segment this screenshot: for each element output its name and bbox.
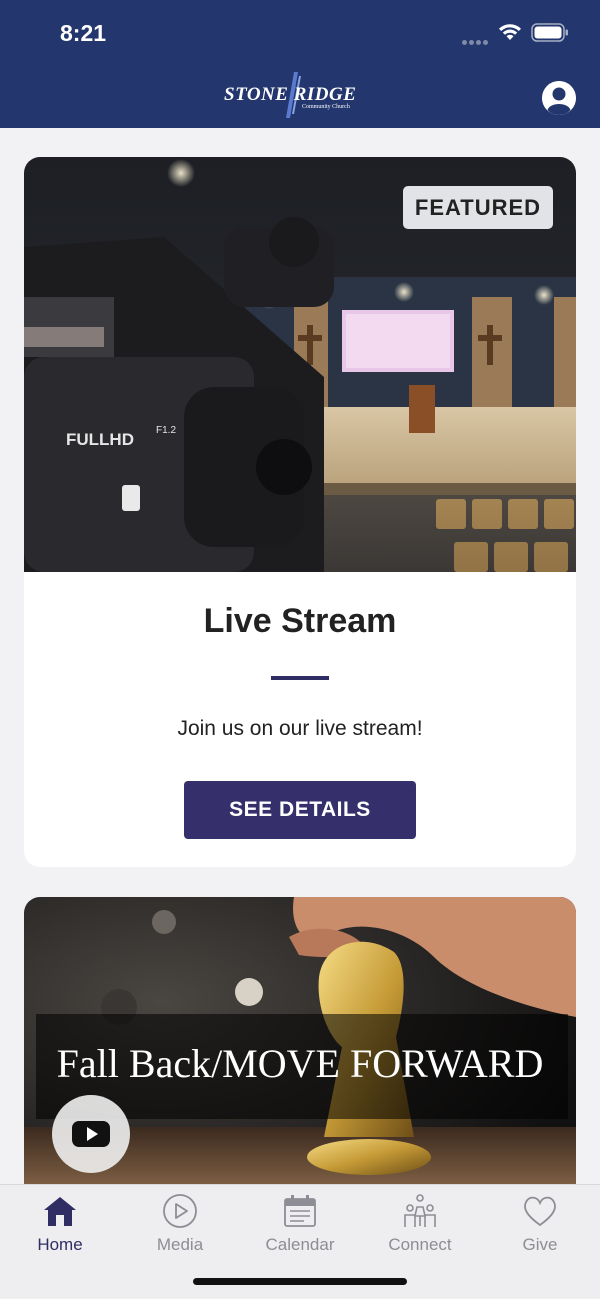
tab-media[interactable]: Media — [120, 1185, 240, 1265]
card-title: Live Stream — [203, 602, 397, 640]
church-logo[interactable]: STONE RIDGE Community Church — [220, 72, 370, 118]
wifi-icon — [499, 24, 521, 40]
signal-dots-icon — [462, 32, 490, 45]
featured-card[interactable]: FULLHD F1.2 FEATURED Live Stream Join us… — [24, 157, 576, 867]
tab-give-label: Give — [522, 1235, 558, 1254]
people-icon — [404, 1194, 436, 1227]
user-circle-icon — [542, 81, 576, 115]
featured-badge: FEATURED — [403, 186, 553, 229]
profile-button[interactable] — [542, 81, 576, 115]
home-indicator[interactable] — [193, 1278, 407, 1285]
logo-subtext: Community Church — [302, 104, 350, 110]
youtube-play-icon — [72, 1121, 110, 1147]
card-description: Join us on our live stream! — [177, 717, 423, 740]
see-details-button[interactable]: SEE DETAILS — [184, 781, 416, 839]
logo-text: STONE RIDGE — [224, 84, 357, 105]
title-divider — [271, 676, 329, 680]
play-circle-icon — [163, 1194, 197, 1228]
play-button[interactable] — [52, 1095, 130, 1173]
tab-home-label: Home — [37, 1235, 83, 1254]
heart-icon — [524, 1196, 556, 1227]
tab-calendar-label: Calendar — [265, 1235, 335, 1254]
app-header: 8:21 STONE RIDGE Community Church — [0, 0, 600, 128]
battery-icon — [531, 23, 568, 42]
home-icon — [44, 1197, 76, 1226]
svg-text:FULLHD: FULLHD — [66, 430, 134, 449]
tab-connect-label: Connect — [388, 1235, 452, 1254]
tab-connect[interactable]: Connect — [360, 1185, 480, 1265]
tab-home[interactable]: Home — [0, 1185, 120, 1265]
tab-calendar[interactable]: Calendar — [240, 1185, 360, 1265]
svg-text:F1.2: F1.2 — [156, 425, 176, 436]
tab-media-label: Media — [156, 1235, 204, 1254]
media-card[interactable]: Fall Back/MOVE FORWARD — [24, 897, 576, 1197]
media-title: Fall Back/MOVE FORWARD — [56, 1041, 544, 1086]
status-time: 8:21 — [60, 20, 107, 46]
calendar-icon — [284, 1195, 316, 1227]
tab-give[interactable]: Give — [480, 1185, 600, 1265]
